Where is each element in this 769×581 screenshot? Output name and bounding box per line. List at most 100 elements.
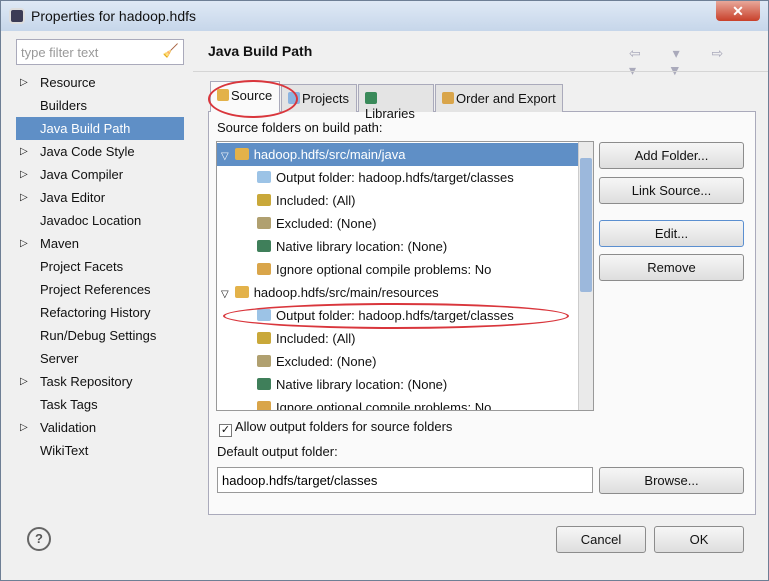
tree-row-label: hadoop.hdfs/src/main/java: [253, 147, 406, 162]
tree-row[interactable]: Native library location: (None): [217, 373, 578, 396]
add-folder-button[interactable]: Add Folder...: [599, 142, 744, 169]
nav-item-label: Project Facets: [40, 259, 124, 274]
link-source-button[interactable]: Link Source...: [599, 177, 744, 204]
included-icon: [257, 194, 271, 206]
properties-dialog: Properties for hadoop.hdfs ✕ type filter…: [0, 0, 769, 581]
nav-item[interactable]: Builders: [16, 94, 184, 117]
browse-button[interactable]: Browse...: [599, 467, 744, 494]
nav-item[interactable]: Java Build Path: [16, 117, 184, 140]
expand-icon[interactable]: ▷: [20, 370, 28, 393]
tree-row[interactable]: Native library location: (None): [217, 235, 578, 258]
tree-row[interactable]: Ignore optional compile problems: No: [217, 396, 578, 410]
tree-row[interactable]: Ignore optional compile problems: No: [217, 258, 578, 281]
expand-icon[interactable]: ▷: [20, 140, 28, 163]
annotation-ellipse-output-folder: [223, 303, 569, 329]
tab-icon: [442, 92, 454, 104]
divider: [193, 71, 768, 72]
native-library-icon: [257, 378, 271, 390]
nav-item-label: Server: [40, 351, 79, 366]
nav-item-label: Javadoc Location: [40, 213, 142, 228]
nav-item-label: Task Repository: [40, 374, 133, 389]
excluded-icon: [257, 217, 271, 229]
nav-item-label: Task Tags: [40, 397, 98, 412]
clear-filter-icon[interactable]: 🧹: [163, 43, 179, 59]
checkbox-icon[interactable]: ✓: [219, 424, 232, 437]
default-output-input[interactable]: [217, 467, 593, 493]
tree-row-label: Excluded: (None): [276, 354, 377, 369]
tree-row-label: hadoop.hdfs/src/main/resources: [253, 285, 439, 300]
nav-item-label: Resource: [40, 75, 96, 90]
help-icon[interactable]: ?: [27, 527, 51, 551]
nav-item[interactable]: Refactoring History: [16, 301, 184, 324]
tree-row[interactable]: Included: (All): [217, 327, 578, 350]
title-bar: Properties for hadoop.hdfs ✕: [1, 1, 768, 31]
nav-item-label: Run/Debug Settings: [40, 328, 157, 343]
nav-item-label: Refactoring History: [40, 305, 151, 320]
nav-item-label: Java Code Style: [40, 144, 135, 159]
tree-row[interactable]: Excluded: (None): [217, 350, 578, 373]
tab-label: Libraries: [365, 106, 415, 121]
filter-input[interactable]: type filter text 🧹: [16, 39, 184, 65]
expand-icon[interactable]: ▷: [20, 186, 28, 209]
expand-icon[interactable]: ▷: [20, 71, 28, 94]
tree-row[interactable]: ▽ hadoop.hdfs/src/main/resources: [217, 281, 578, 304]
remove-button[interactable]: Remove: [599, 254, 744, 281]
nav-item-label: Builders: [40, 98, 87, 113]
nav-item-label: Maven: [40, 236, 80, 251]
nav-item[interactable]: Project References: [16, 278, 184, 301]
tab-libraries[interactable]: Libraries: [358, 84, 434, 121]
nav-item-label: Java Compiler: [40, 167, 124, 182]
source-folders-label: Source folders on build path:: [217, 120, 383, 135]
nav-item[interactable]: WikiText: [16, 439, 184, 462]
expand-icon[interactable]: ▷: [20, 232, 28, 255]
excluded-icon: [257, 355, 271, 367]
nav-item[interactable]: Javadoc Location: [16, 209, 184, 232]
nav-item-label: Java Build Path: [40, 121, 131, 136]
included-icon: [257, 332, 271, 344]
nav-item[interactable]: ▷ Java Editor: [16, 186, 184, 209]
nav-item[interactable]: ▷ Maven: [16, 232, 184, 255]
expand-icon[interactable]: ▷: [20, 163, 28, 186]
page-title: Java Build Path: [208, 43, 313, 59]
nav-item[interactable]: ▷ Task Repository: [16, 370, 184, 393]
eclipse-icon: [9, 8, 25, 24]
expand-icon[interactable]: ▽: [221, 151, 229, 162]
tree-row-label: Ignore optional compile problems: No: [276, 262, 492, 277]
tree-row[interactable]: ▽ hadoop.hdfs/src/main/java: [217, 143, 578, 166]
filter-placeholder: type filter text: [21, 45, 99, 60]
nav-item-label: Java Editor: [40, 190, 106, 205]
ok-button[interactable]: OK: [654, 526, 744, 553]
nav-item[interactable]: ▷ Java Compiler: [16, 163, 184, 186]
source-tree[interactable]: ▽ hadoop.hdfs/src/main/java Output folder:…: [216, 141, 594, 411]
nav-item-label: Validation: [40, 420, 97, 435]
expand-icon[interactable]: ▽: [221, 289, 229, 300]
nav-item[interactable]: ▷ Validation: [16, 416, 184, 439]
nav-item-label: WikiText: [40, 443, 89, 458]
tab-order-and-export[interactable]: Order and Export: [435, 84, 563, 112]
window-title: Properties for hadoop.hdfs: [31, 8, 196, 24]
source-folder-icon: [234, 148, 249, 160]
scroll-thumb[interactable]: [580, 158, 592, 292]
tree-row[interactable]: Included: (All): [217, 189, 578, 212]
nav-item[interactable]: Run/Debug Settings: [16, 324, 184, 347]
allow-output-checkbox[interactable]: ✓ Allow output folders for source folder…: [219, 419, 452, 437]
close-button[interactable]: ✕: [716, 1, 760, 21]
tree-row-label: Excluded: (None): [276, 216, 377, 231]
nav-item[interactable]: ▷ Java Code Style: [16, 140, 184, 163]
tab-label: Order and Export: [456, 91, 556, 106]
edit-button[interactable]: Edit...: [599, 220, 744, 247]
scrollbar[interactable]: [578, 142, 593, 410]
nav-item[interactable]: Task Tags: [16, 393, 184, 416]
tree-row[interactable]: Excluded: (None): [217, 212, 578, 235]
expand-icon[interactable]: ▷: [20, 416, 28, 439]
nav-item[interactable]: ▷ Resource: [16, 71, 184, 94]
cancel-button[interactable]: Cancel: [556, 526, 646, 553]
nav-item[interactable]: Server: [16, 347, 184, 370]
tree-row[interactable]: Output folder: hadoop.hdfs/target/classe…: [217, 166, 578, 189]
nav-item[interactable]: Project Facets: [16, 255, 184, 278]
annotation-ellipse-source-tab: [208, 80, 298, 118]
ignore-problems-icon: [257, 401, 271, 410]
history-nav-arrows[interactable]: ⇦ ▾ ⇨ ▾ ▼: [629, 45, 768, 79]
output-folder-icon: [257, 171, 271, 183]
ignore-problems-icon: [257, 263, 271, 275]
